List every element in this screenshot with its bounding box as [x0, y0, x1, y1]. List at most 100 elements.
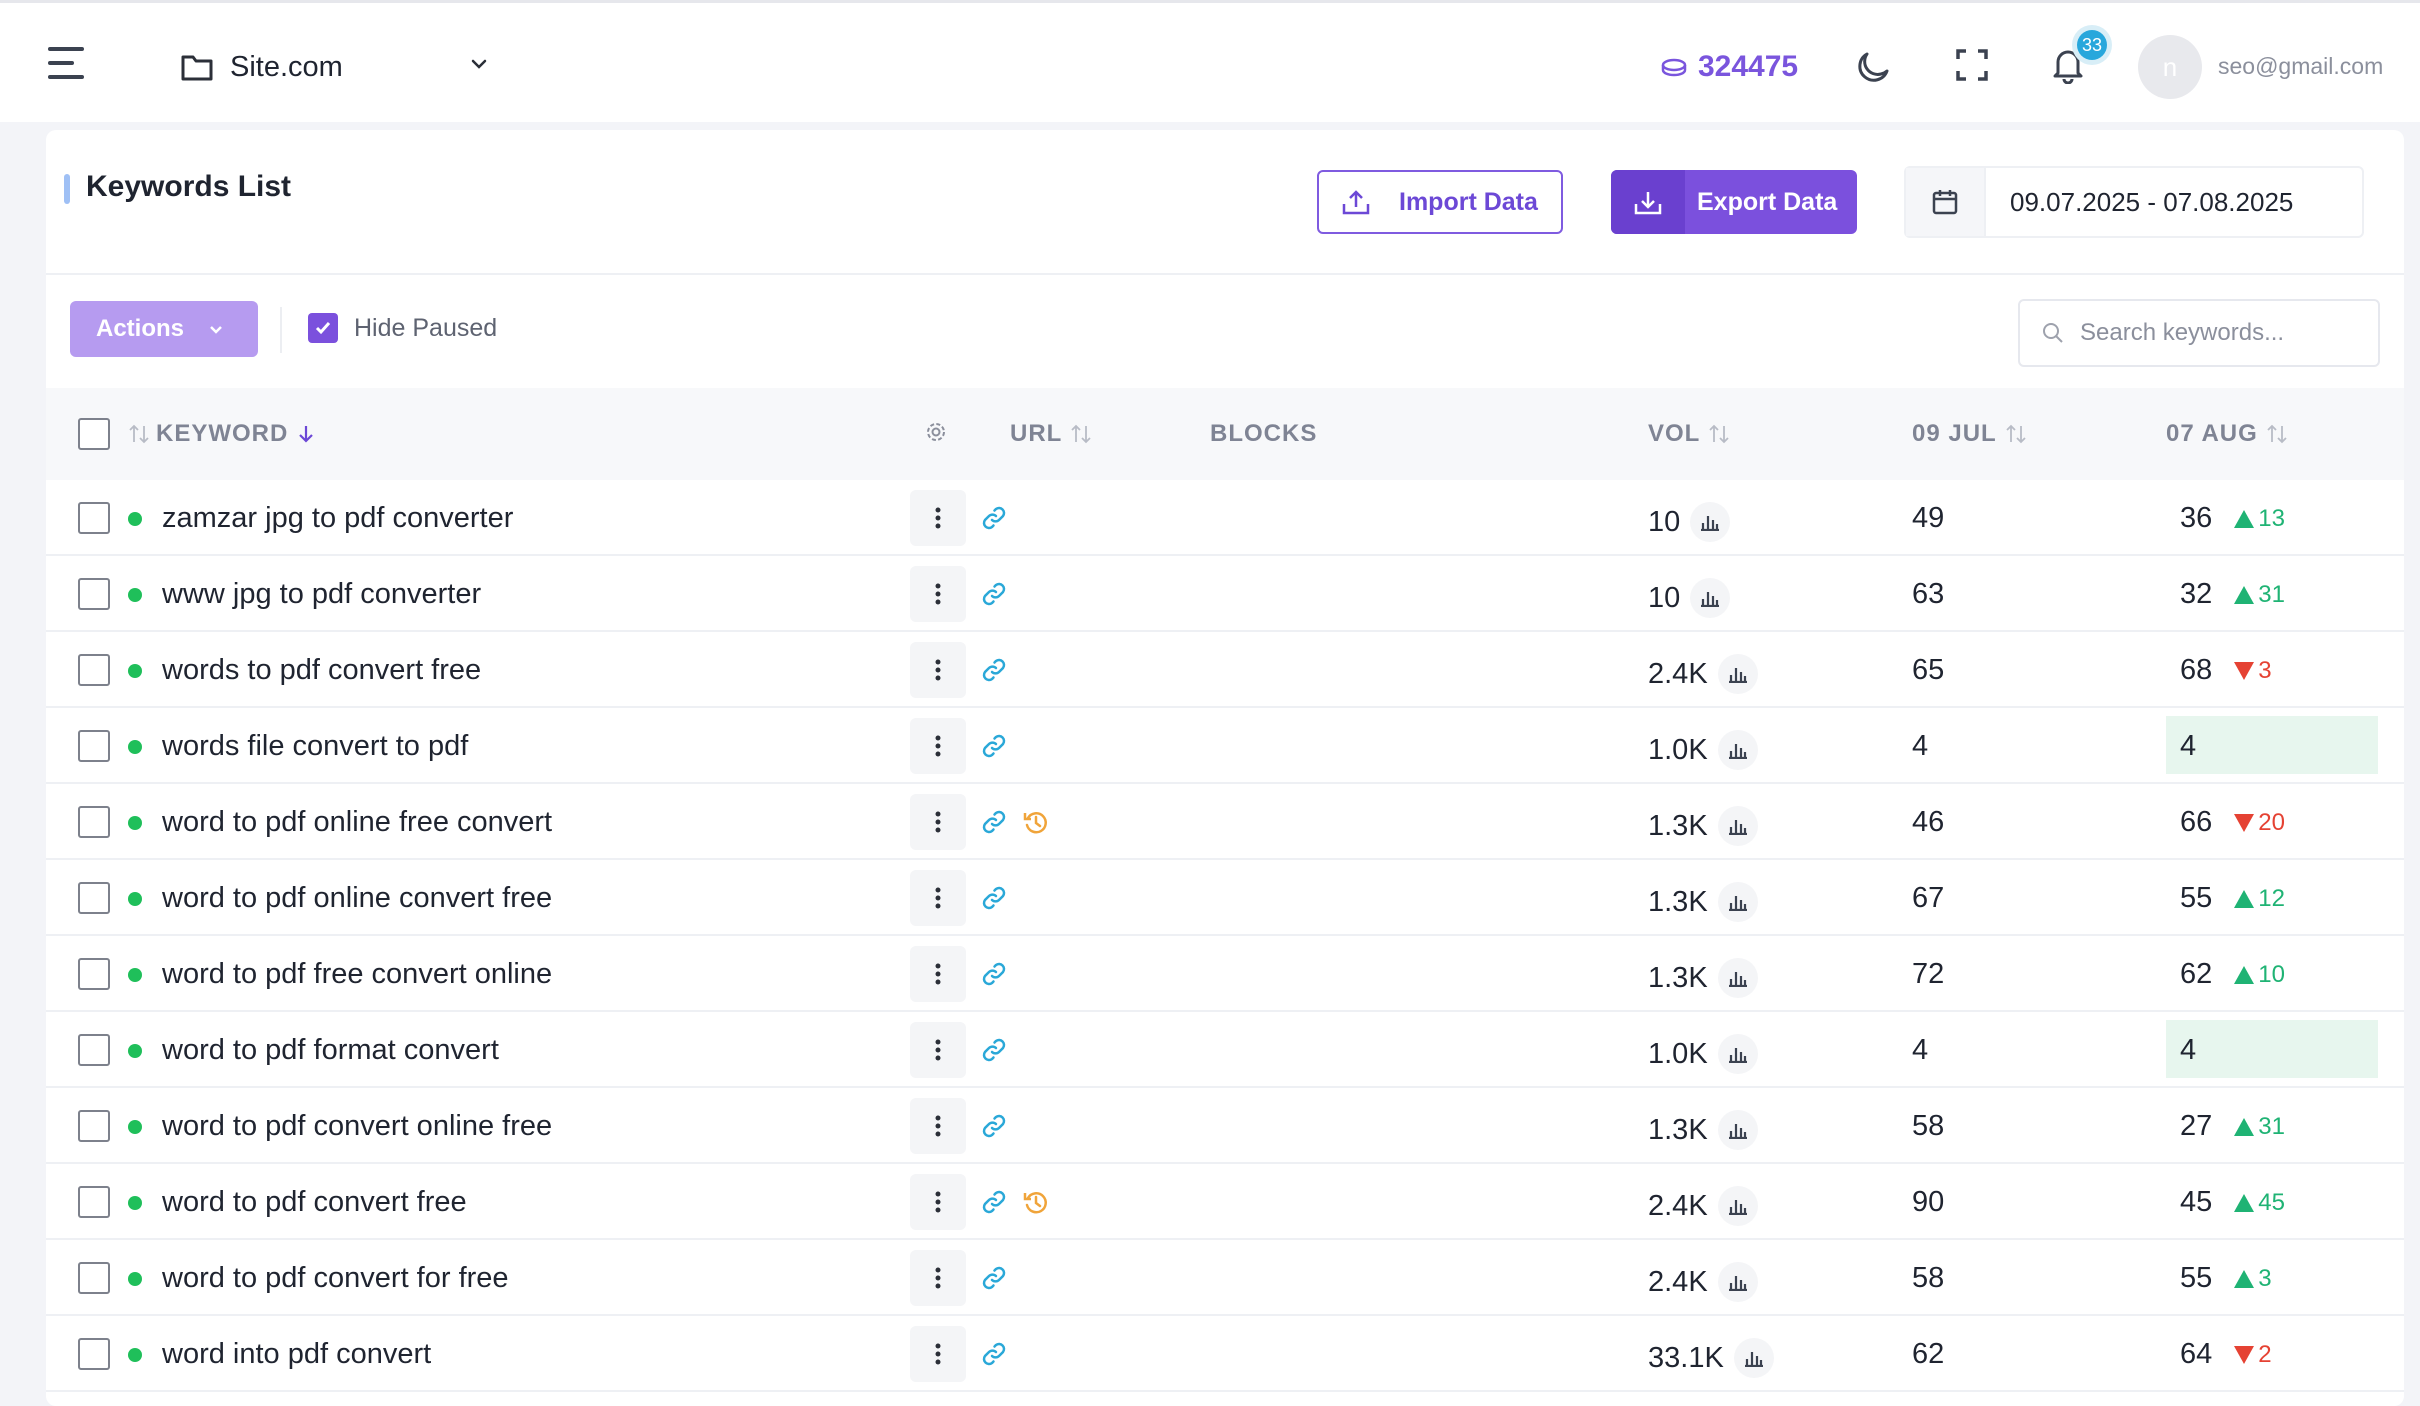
keyword-text[interactable]: words to pdf convert free	[162, 654, 481, 687]
hide-paused-toggle[interactable]: Hide Paused	[308, 313, 497, 343]
divider	[280, 307, 282, 353]
bar-chart-icon[interactable]	[1717, 1262, 1758, 1302]
row-menu-button[interactable]	[910, 718, 966, 774]
row-checkbox[interactable]	[78, 1338, 110, 1370]
bar-chart-icon[interactable]	[1717, 1034, 1758, 1074]
keyword-text[interactable]: word to pdf convert for free	[162, 1262, 509, 1295]
fullscreen-button[interactable]	[1950, 43, 1994, 87]
link-icon[interactable]	[980, 1188, 1008, 1216]
link-icon[interactable]	[980, 504, 1008, 532]
position-aug: 32	[2180, 578, 2213, 610]
keyword-text[interactable]: zamzar jpg to pdf converter	[162, 502, 513, 535]
row-checkbox[interactable]	[78, 502, 110, 534]
row-checkbox[interactable]	[78, 1034, 110, 1066]
hide-paused-checkbox[interactable]	[308, 313, 338, 343]
triangle-down-icon	[2234, 661, 2255, 680]
bar-chart-icon[interactable]	[1717, 806, 1758, 846]
row-checkbox[interactable]	[78, 578, 110, 610]
link-icon[interactable]	[980, 1340, 1008, 1368]
bar-chart-icon[interactable]	[1690, 502, 1731, 542]
link-icon[interactable]	[980, 1036, 1008, 1064]
table-row: word to pdf free convert online 1.3K 72 …	[46, 936, 2404, 1012]
position-jul: 58	[1912, 1262, 1945, 1294]
keyword-text[interactable]: word to pdf format convert	[162, 1034, 499, 1067]
keyword-text[interactable]: word into pdf convert	[162, 1338, 431, 1371]
keyword-text[interactable]: words file convert to pdf	[162, 730, 468, 763]
link-icon[interactable]	[980, 580, 1008, 608]
bar-chart-icon[interactable]	[1690, 578, 1731, 618]
row-menu-button[interactable]	[910, 870, 966, 926]
column-url[interactable]: URL	[1010, 420, 1092, 448]
keyword-text[interactable]: word to pdf online convert free	[162, 882, 552, 915]
row-menu-button[interactable]	[910, 794, 966, 850]
link-icon[interactable]	[980, 960, 1008, 988]
row-menu-button[interactable]	[910, 1098, 966, 1154]
chevron-down-icon	[210, 326, 222, 334]
bar-chart-icon[interactable]	[1717, 958, 1758, 998]
sort-icon	[2267, 424, 2287, 444]
link-icon[interactable]	[980, 808, 1008, 836]
row-checkbox[interactable]	[78, 806, 110, 838]
row-checkbox[interactable]	[78, 1186, 110, 1218]
bar-chart-icon[interactable]	[1717, 1110, 1758, 1150]
bar-chart-icon[interactable]	[1717, 730, 1758, 770]
row-checkbox[interactable]	[78, 730, 110, 762]
link-icon[interactable]	[980, 732, 1008, 760]
row-menu-button[interactable]	[910, 946, 966, 1002]
table-row: www jpg to pdf converter 10 63 32 31	[46, 556, 2404, 632]
row-menu-button[interactable]	[910, 1326, 966, 1382]
rank-change: 31	[2234, 581, 2285, 609]
row-checkbox[interactable]	[78, 882, 110, 914]
keyword-text[interactable]: word to pdf free convert online	[162, 958, 552, 991]
user-email[interactable]: seo@gmail.com	[2218, 53, 2383, 80]
bar-chart-icon[interactable]	[1717, 654, 1758, 694]
column-keyword[interactable]: KEYWORD	[128, 420, 316, 448]
position-aug-cell: 4	[2180, 1034, 2196, 1067]
keyword-text[interactable]: www jpg to pdf converter	[162, 578, 481, 611]
select-all-checkbox[interactable]	[78, 418, 110, 450]
keyword-text[interactable]: word to pdf convert online free	[162, 1110, 552, 1143]
link-icon[interactable]	[980, 656, 1008, 684]
link-icon[interactable]	[980, 1112, 1008, 1140]
column-date-aug[interactable]: 07 AUG	[2166, 420, 2288, 448]
actions-dropdown[interactable]: Actions	[70, 301, 258, 357]
position-aug: 45	[2180, 1186, 2213, 1218]
row-menu-button[interactable]	[910, 642, 966, 698]
column-settings-button[interactable]	[924, 420, 948, 444]
row-menu-button[interactable]	[910, 566, 966, 622]
volume-cell: 1.3K	[1648, 882, 1758, 922]
avatar[interactable]: n	[2138, 35, 2202, 99]
dark-mode-toggle[interactable]	[1852, 43, 1896, 87]
column-vol[interactable]: VOL	[1648, 420, 1730, 448]
row-menu-button[interactable]	[910, 1174, 966, 1230]
history-icon[interactable]	[1022, 1188, 1050, 1216]
row-menu-button[interactable]	[910, 490, 966, 546]
date-range-picker[interactable]: 09.07.2025 - 07.08.2025	[1904, 166, 2364, 238]
more-vertical-icon	[935, 963, 941, 985]
history-icon[interactable]	[1022, 808, 1050, 836]
import-data-button[interactable]: Import Data	[1317, 170, 1563, 234]
row-checkbox[interactable]	[78, 1110, 110, 1142]
row-menu-button[interactable]	[910, 1022, 966, 1078]
link-icon[interactable]	[980, 1264, 1008, 1292]
site-name: Site.com	[230, 50, 343, 83]
search-input[interactable]: Search keywords...	[2018, 299, 2380, 367]
link-icon[interactable]	[980, 884, 1008, 912]
bar-chart-icon[interactable]	[1733, 1338, 1774, 1378]
menu-icon[interactable]	[48, 47, 88, 79]
row-checkbox[interactable]	[78, 958, 110, 990]
credits-balance: 324475	[1660, 47, 1798, 87]
position-aug: 66	[2180, 806, 2213, 838]
position-aug-cell: 36 13	[2180, 502, 2285, 535]
export-data-button[interactable]: Export Data	[1611, 170, 1857, 234]
row-menu-button[interactable]	[910, 1250, 966, 1306]
search-icon	[2043, 323, 2063, 343]
bar-chart-icon[interactable]	[1717, 882, 1758, 922]
site-selector[interactable]: Site.com	[180, 47, 500, 87]
row-checkbox[interactable]	[78, 654, 110, 686]
bar-chart-icon[interactable]	[1717, 1186, 1758, 1226]
keyword-text[interactable]: word to pdf convert free	[162, 1186, 467, 1219]
keyword-text[interactable]: word to pdf online free convert	[162, 806, 552, 839]
row-checkbox[interactable]	[78, 1262, 110, 1294]
column-date-jul[interactable]: 09 JUL	[1912, 420, 2027, 448]
